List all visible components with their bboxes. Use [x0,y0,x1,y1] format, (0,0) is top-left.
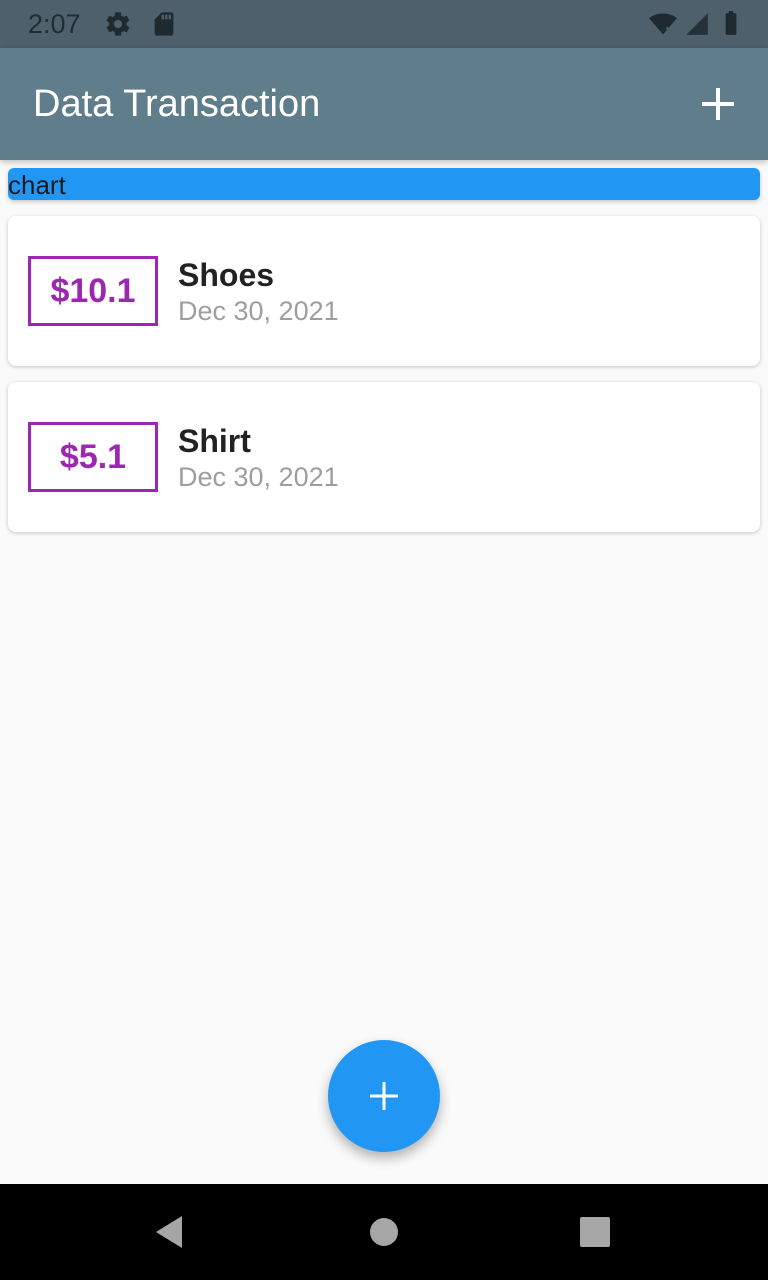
signal-icon [684,10,712,38]
back-icon [156,1216,182,1248]
add-fab-button[interactable] [328,1040,440,1152]
transaction-card: $10.1 Shoes Dec 30, 2021 [8,216,760,366]
nav-recents-button[interactable] [565,1202,625,1262]
sd-card-icon [150,10,178,38]
add-transaction-button[interactable] [696,82,740,126]
app-bar: Data Transaction [0,48,768,160]
settings-icon [104,10,132,38]
nav-home-button[interactable] [354,1202,414,1262]
chart-label: chart [8,170,66,200]
amount-text: $5.1 [59,437,127,476]
amount-text: $10.1 [50,271,136,310]
amount-badge: $10.1 [28,256,158,326]
nav-back-button[interactable] [140,1202,200,1262]
chart-area: chart [8,168,760,200]
status-time: 2:07 [28,9,81,39]
recents-icon [580,1217,610,1247]
transaction-date: Dec 30, 2021 [178,296,339,326]
page-title: Data Transaction [33,83,321,125]
transaction-title: Shoes [178,257,275,293]
transaction-title: Shirt [178,423,251,459]
add-icon [370,1082,398,1110]
add-icon [702,88,734,120]
status-bar: 2:07 [0,0,768,48]
app-screen: 2:07 Data Transaction chart $10.1 Shoes … [0,0,768,1280]
home-icon [370,1218,398,1246]
transaction-date: Dec 30, 2021 [178,462,339,492]
wifi-icon [648,10,677,38]
system-nav-bar [0,1184,768,1280]
transaction-card: $5.1 Shirt Dec 30, 2021 [8,382,760,532]
battery-icon [718,10,746,38]
amount-badge: $5.1 [28,422,158,492]
